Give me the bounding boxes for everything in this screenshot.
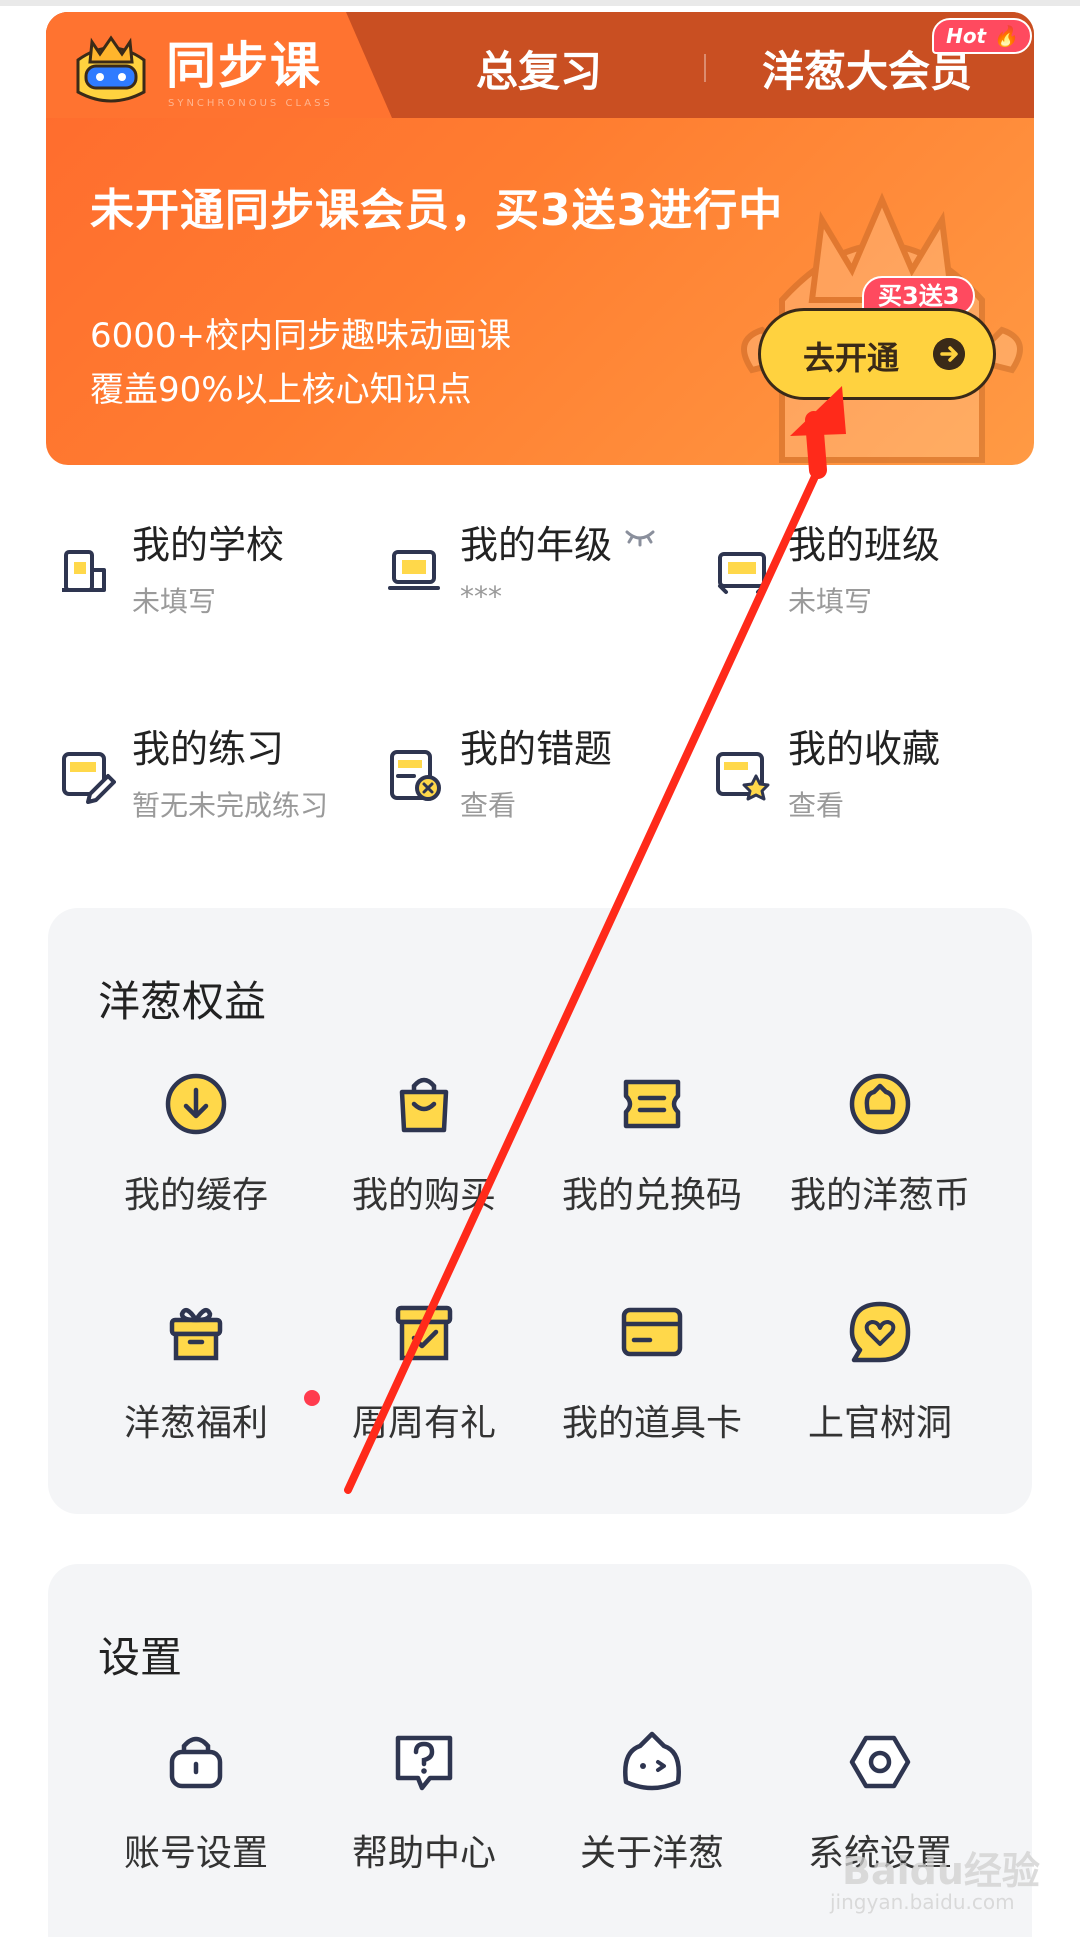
coin-icon (849, 1073, 911, 1135)
eye-closed-icon[interactable] (624, 524, 656, 548)
tab-sync-class-subtitle: SYNCHRONOUS CLASS (168, 98, 333, 109)
hot-badge: Hot 🔥 (932, 18, 1032, 54)
onion-icon (623, 1731, 681, 1791)
card-icon (621, 1307, 683, 1357)
school-icon (62, 550, 106, 592)
setting-item-account[interactable]: 账号设置 (82, 1726, 310, 1876)
membership-banner[interactable]: 同步课 SYNCHRONOUS CLASS 总复习 洋葱大会员 Hot 🔥 未开… (46, 12, 1034, 465)
setting-item-help[interactable]: 帮助中心 (310, 1726, 538, 1876)
setting-item-label: 关于洋葱 (579, 1833, 724, 1874)
shopping-bag-icon (399, 1077, 449, 1133)
profile-item-value: 未填写 (788, 585, 873, 618)
arrow-right-circle-icon (933, 338, 965, 370)
benefits-title: 洋葱权益 (98, 977, 267, 1026)
setting-item-about[interactable]: 关于洋葱 (538, 1726, 766, 1876)
baidu-watermark: Baidu经验 jingyan.baidu.com (810, 1820, 1040, 1920)
hot-badge-label: Hot (946, 24, 987, 48)
profile-item-practice[interactable]: 我的练习 暂无未完成练习 (48, 718, 368, 828)
benefit-item-label: 上官树洞 (807, 1403, 952, 1444)
benefit-item-cache[interactable]: 我的缓存 (82, 1068, 310, 1218)
benefit-item-label: 我的洋葱币 (789, 1175, 970, 1216)
banner-title: 未开通同步课会员，买3送3进行中 (90, 185, 784, 236)
benefit-item-weekly-gift[interactable]: 周周有礼 (310, 1296, 538, 1446)
setting-item-label: 帮助中心 (351, 1833, 496, 1874)
profile-item-title: 我的练习 (132, 727, 285, 771)
tab-sync-class[interactable]: 同步课 (166, 26, 322, 98)
practice-icon (62, 752, 116, 804)
profile-item-grade[interactable]: 我的年级 *** (376, 514, 696, 624)
gift-icon (169, 1307, 223, 1361)
banner-feature-1: 6000+校内同步趣味动画课 (90, 316, 512, 356)
benefit-item-label: 我的购买 (351, 1175, 496, 1216)
setting-item-label: 账号设置 (123, 1833, 268, 1874)
benefits-card: 洋葱权益 我的缓存 我的购买 我的兑换码 我的洋葱币 洋葱福利 周周有礼 我的道… (48, 908, 1032, 1514)
status-strip (0, 0, 1080, 6)
benefit-item-label: 我的道具卡 (561, 1403, 742, 1444)
mistakes-icon (390, 750, 441, 801)
profile-item-value: 未填写 (132, 585, 217, 618)
benefit-item-label: 洋葱福利 (123, 1403, 268, 1444)
benefit-item-label: 我的缓存 (123, 1175, 268, 1216)
class-icon (718, 552, 766, 594)
gear-icon (849, 1735, 911, 1789)
tab-review[interactable]: 总复习 (476, 38, 602, 99)
profile-item-school[interactable]: 我的学校 未填写 (48, 514, 368, 624)
profile-item-title: 我的学校 (132, 523, 285, 567)
benefit-item-prop-card[interactable]: 我的道具卡 (538, 1296, 766, 1446)
download-icon (165, 1073, 227, 1135)
profile-item-value: *** (460, 580, 502, 613)
profile-item-title: 我的错题 (460, 727, 613, 771)
banner-feature-2: 覆盖90%以上核心知识点 (90, 370, 472, 410)
tab-divider (704, 54, 706, 82)
lock-icon (169, 1736, 223, 1789)
benefit-item-label: 周周有礼 (351, 1403, 496, 1444)
open-membership-button-label: 去开通 (803, 339, 900, 377)
profile-item-title: 我的收藏 (788, 727, 941, 771)
favorites-icon (716, 752, 770, 801)
watermark-text: Baidu经验 (842, 1849, 1040, 1893)
profile-item-title: 我的班级 (788, 523, 941, 567)
benefit-item-tree-hole[interactable]: 上官树洞 (766, 1296, 994, 1446)
profile-item-class[interactable]: 我的班级 未填写 (704, 514, 1024, 624)
grade-icon (388, 550, 440, 590)
profile-item-value: 查看 (788, 789, 845, 822)
ticket-icon (623, 1079, 681, 1129)
benefit-item-label: 我的兑换码 (561, 1175, 742, 1216)
benefit-item-welfare[interactable]: 洋葱福利 (82, 1296, 320, 1446)
profile-item-title: 我的年级 (460, 523, 613, 567)
settings-title: 设置 (98, 1633, 183, 1682)
profile-item-value: 暂无未完成练习 (132, 789, 329, 822)
benefit-item-redeem-code[interactable]: 我的兑换码 (538, 1068, 766, 1218)
benefit-item-coins[interactable]: 我的洋葱币 (766, 1068, 994, 1218)
open-membership-button[interactable]: 去开通 (758, 308, 996, 400)
watermark-url: jingyan.baidu.com (830, 1890, 1015, 1914)
gift-box-icon (395, 1305, 453, 1361)
profile-item-value: 查看 (460, 789, 517, 822)
profile-item-favorites[interactable]: 我的收藏 查看 (704, 718, 1024, 828)
help-icon (395, 1735, 453, 1791)
fire-icon: 🔥 (993, 24, 1018, 48)
heart-bubble-icon (849, 1301, 911, 1363)
onion-mascot-logo-icon (76, 35, 146, 103)
benefit-item-purchases[interactable]: 我的购买 (310, 1068, 538, 1218)
profile-item-mistakes[interactable]: 我的错题 查看 (376, 718, 696, 828)
